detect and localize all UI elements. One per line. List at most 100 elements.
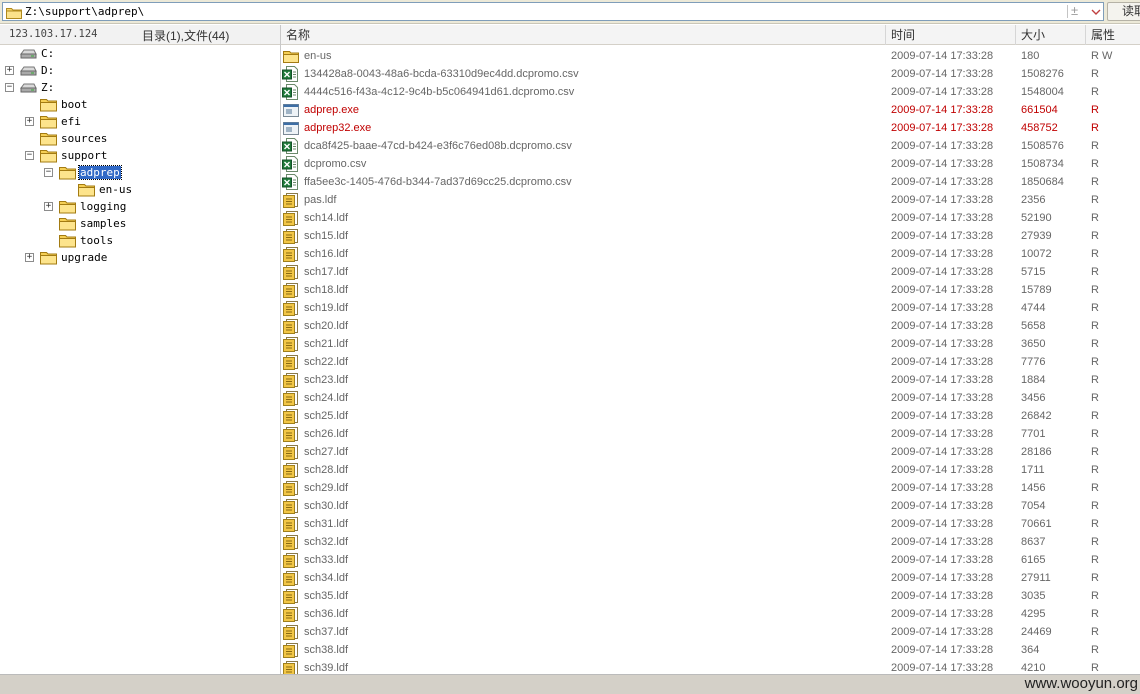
file-list[interactable]: en-us 2009-07-14 17:33:28 180 R W 134428a8-0… <box>281 46 1140 674</box>
file-time: 2009-07-14 17:33:28 <box>891 176 994 188</box>
file-row[interactable]: sch30.ldf 2009-07-14 17:33:28 7054 R <box>281 497 1140 515</box>
folder-icon <box>59 167 76 180</box>
file-row[interactable]: sch38.ldf 2009-07-14 17:33:28 364 R <box>281 641 1140 659</box>
tree-node-adprep[interactable]: − adprep <box>0 165 280 182</box>
file-row[interactable]: sch21.ldf 2009-07-14 17:33:28 3650 R <box>281 335 1140 353</box>
file-row[interactable]: sch29.ldf 2009-07-14 17:33:28 1456 R <box>281 479 1140 497</box>
expand-toggle-icon[interactable]: + <box>44 202 53 211</box>
ldf-file-icon <box>283 247 298 262</box>
file-attr: R <box>1091 410 1099 422</box>
file-row[interactable]: sch19.ldf 2009-07-14 17:33:28 4744 R <box>281 299 1140 317</box>
file-attr: R <box>1091 266 1099 278</box>
tree-node-sources[interactable]: sources <box>0 131 280 148</box>
file-row[interactable]: sch28.ldf 2009-07-14 17:33:28 1711 R <box>281 461 1140 479</box>
file-row[interactable]: ffa5ee3c-1405-476d-b344-7ad37d69cc25.dcp… <box>281 173 1140 191</box>
file-row[interactable]: dcpromo.csv 2009-07-14 17:33:28 1508734 R <box>281 155 1140 173</box>
expand-toggle-icon[interactable]: + <box>25 253 34 262</box>
file-name: sch33.ldf <box>304 554 349 566</box>
file-row[interactable]: sch34.ldf 2009-07-14 17:33:28 27911 R <box>281 569 1140 587</box>
file-row[interactable]: sch25.ldf 2009-07-14 17:33:28 26842 R <box>281 407 1140 425</box>
folder-icon <box>6 8 22 19</box>
expand-toggle-icon[interactable]: + <box>5 66 14 75</box>
collapse-toggle-icon[interactable]: − <box>44 168 53 177</box>
address-bar: Z:\support\adprep\ ± 读取 <box>0 0 1140 24</box>
file-attr: R <box>1091 248 1099 260</box>
file-row[interactable]: sch35.ldf 2009-07-14 17:33:28 3035 R <box>281 587 1140 605</box>
file-row[interactable]: sch14.ldf 2009-07-14 17:33:28 52190 R <box>281 209 1140 227</box>
file-name: sch36.ldf <box>304 608 349 620</box>
file-row[interactable]: sch18.ldf 2009-07-14 17:33:28 15789 R <box>281 281 1140 299</box>
file-row[interactable]: sch15.ldf 2009-07-14 17:33:28 27939 R <box>281 227 1140 245</box>
file-size: 4295 <box>1021 608 1046 620</box>
expand-toggle-icon[interactable]: + <box>25 117 34 126</box>
file-attr: R <box>1091 122 1099 134</box>
file-row[interactable]: 134428a8-0043-48a6-bcda-63310d9ec4dd.dcp… <box>281 65 1140 83</box>
path-text[interactable]: Z:\support\adprep\ <box>25 5 144 18</box>
file-time: 2009-07-14 17:33:28 <box>891 644 994 656</box>
file-row[interactable]: 4444c516-f43a-4c12-9c4b-b5c064941d61.dcp… <box>281 83 1140 101</box>
file-row[interactable]: sch36.ldf 2009-07-14 17:33:28 4295 R <box>281 605 1140 623</box>
collapse-toggle-icon[interactable]: − <box>25 151 34 160</box>
folder-icon <box>78 184 95 197</box>
file-size: 5658 <box>1021 320 1046 332</box>
tree-node-samples[interactable]: samples <box>0 216 280 233</box>
tree-node-tools[interactable]: tools <box>0 233 280 250</box>
tree-node-upgrade[interactable]: + upgrade <box>0 250 280 267</box>
file-time: 2009-07-14 17:33:28 <box>891 590 994 602</box>
column-header-size[interactable]: 大小 <box>1016 25 1086 45</box>
watermark: www.wooyun.org <box>1024 675 1138 692</box>
folder-icon <box>40 99 57 112</box>
file-attr: R <box>1091 590 1099 602</box>
read-button[interactable]: 读取 <box>1107 2 1140 21</box>
file-row[interactable]: sch32.ldf 2009-07-14 17:33:28 8637 R <box>281 533 1140 551</box>
tree-node-d[interactable]: + D: <box>0 63 280 80</box>
tree-node-z[interactable]: − Z: <box>0 80 280 97</box>
tree-node-support[interactable]: − support <box>0 148 280 165</box>
chevron-down-icon[interactable] <box>1091 7 1101 17</box>
path-combobox[interactable]: Z:\support\adprep\ ± <box>2 2 1104 21</box>
add-icon[interactable]: ± <box>1071 3 1078 18</box>
tree-node-logging[interactable]: + logging <box>0 199 280 216</box>
file-time: 2009-07-14 17:33:28 <box>891 212 994 224</box>
file-row[interactable]: sch23.ldf 2009-07-14 17:33:28 1884 R <box>281 371 1140 389</box>
ldf-file-icon <box>283 427 298 442</box>
tree-node-boot[interactable]: boot <box>0 97 280 114</box>
column-header-time[interactable]: 时间 <box>886 25 1016 45</box>
file-size: 3650 <box>1021 338 1046 350</box>
file-row[interactable]: adprep.exe 2009-07-14 17:33:28 661504 R <box>281 101 1140 119</box>
column-header-attr[interactable]: 属性 <box>1086 25 1140 45</box>
file-row[interactable]: sch17.ldf 2009-07-14 17:33:28 5715 R <box>281 263 1140 281</box>
tree-node-label: boot <box>61 98 88 111</box>
file-size: 4210 <box>1021 662 1046 674</box>
tree-node-c[interactable]: C: <box>0 46 280 63</box>
tree-node-label: tools <box>80 234 114 247</box>
directory-tree[interactable]: C: + D: − Z: boot + efi sources − support − adprep en… <box>0 46 280 672</box>
file-row[interactable]: sch37.ldf 2009-07-14 17:33:28 24469 R <box>281 623 1140 641</box>
file-attr: R W <box>1091 50 1113 62</box>
file-attr: R <box>1091 86 1099 98</box>
file-size: 15789 <box>1021 284 1052 296</box>
file-size: 661504 <box>1021 104 1058 116</box>
file-row[interactable]: sch39.ldf 2009-07-14 17:33:28 4210 R <box>281 659 1140 674</box>
tree-node-enus[interactable]: en-us <box>0 182 280 199</box>
file-row[interactable]: adprep32.exe 2009-07-14 17:33:28 458752 R <box>281 119 1140 137</box>
file-size: 1508576 <box>1021 140 1064 152</box>
file-time: 2009-07-14 17:33:28 <box>891 518 994 530</box>
file-row[interactable]: sch33.ldf 2009-07-14 17:33:28 6165 R <box>281 551 1140 569</box>
file-row[interactable]: en-us 2009-07-14 17:33:28 180 R W <box>281 47 1140 65</box>
file-time: 2009-07-14 17:33:28 <box>891 104 994 116</box>
file-row[interactable]: dca8f425-baae-47cd-b424-e3f6c76ed08b.dcp… <box>281 137 1140 155</box>
tree-node-efi[interactable]: + efi <box>0 114 280 131</box>
collapse-toggle-icon[interactable]: − <box>5 83 14 92</box>
file-row[interactable]: sch24.ldf 2009-07-14 17:33:28 3456 R <box>281 389 1140 407</box>
file-row[interactable]: pas.ldf 2009-07-14 17:33:28 2356 R <box>281 191 1140 209</box>
file-row[interactable]: sch22.ldf 2009-07-14 17:33:28 7776 R <box>281 353 1140 371</box>
file-attr: R <box>1091 320 1099 332</box>
file-time: 2009-07-14 17:33:28 <box>891 410 994 422</box>
file-row[interactable]: sch26.ldf 2009-07-14 17:33:28 7701 R <box>281 425 1140 443</box>
file-row[interactable]: sch16.ldf 2009-07-14 17:33:28 10072 R <box>281 245 1140 263</box>
file-row[interactable]: sch20.ldf 2009-07-14 17:33:28 5658 R <box>281 317 1140 335</box>
column-header-name[interactable]: 名称 <box>281 25 886 45</box>
file-row[interactable]: sch31.ldf 2009-07-14 17:33:28 70661 R <box>281 515 1140 533</box>
file-row[interactable]: sch27.ldf 2009-07-14 17:33:28 28186 R <box>281 443 1140 461</box>
